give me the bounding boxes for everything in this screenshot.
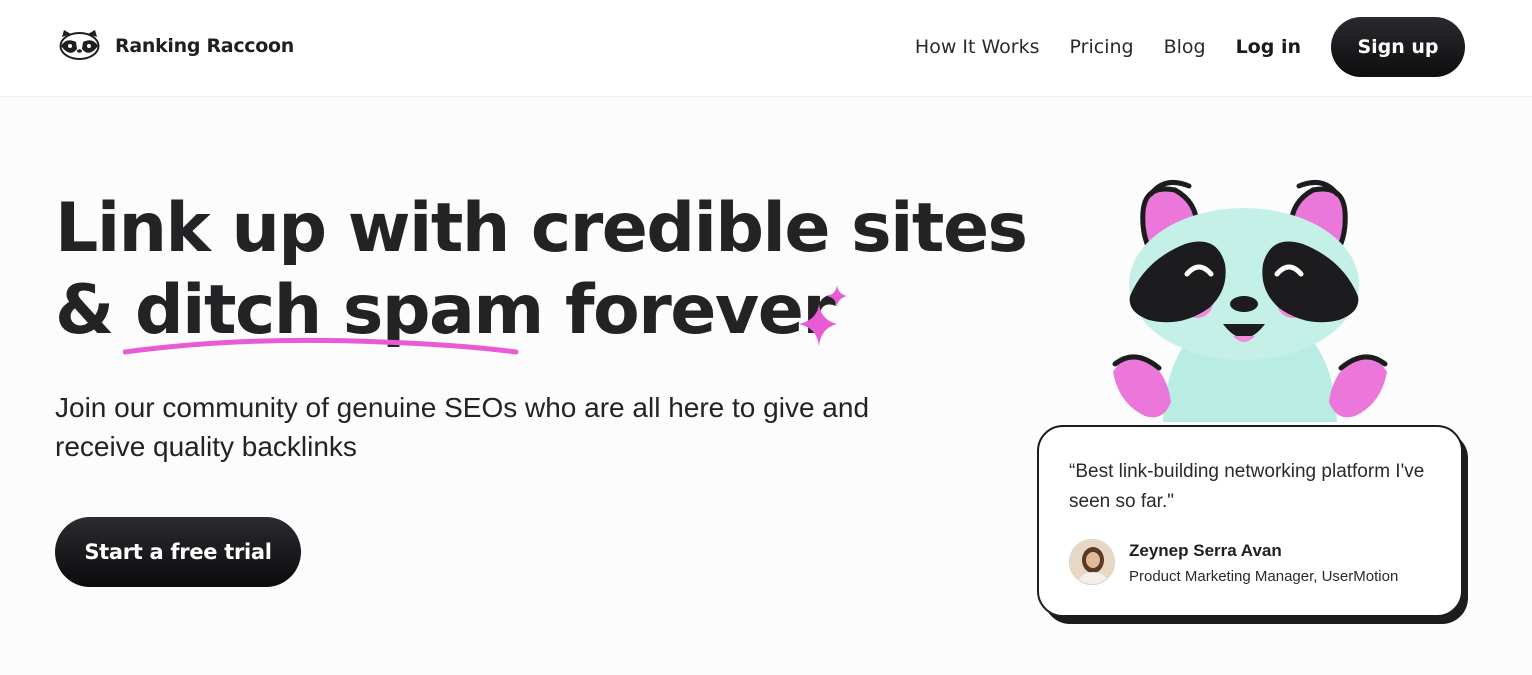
sparkle-icon [799,285,847,346]
hero-subtitle: Join our community of genuine SEOs who a… [55,392,870,462]
headline-end: forever [542,271,836,350]
nav-pricing[interactable]: Pricing [1070,36,1134,58]
site-header: Ranking Raccoon How It Works Pricing Blo… [0,0,1532,97]
brand-name: Ranking Raccoon [115,34,294,57]
main-nav: How It Works Pricing Blog Log in Sign up [915,17,1465,77]
brand[interactable]: Ranking Raccoon [58,29,294,62]
avatar [1069,539,1115,585]
testimonial-card: “Best link-building networking platform … [1037,425,1463,617]
nav-how-it-works[interactable]: How It Works [915,36,1040,58]
hero-headline: Link up with credible sites & ditch spam… [55,188,1028,352]
raccoon-logo-icon [59,30,100,60]
headline-line-1: Link up with credible sites [55,189,1028,268]
highlight-underline [123,337,519,355]
signup-button[interactable]: Sign up [1331,17,1465,77]
login-link[interactable]: Log in [1236,36,1301,58]
testimonial-quote: “Best link-building networking platform … [1069,461,1425,512]
author-photo [1070,540,1114,584]
testimonial-author: Zeynep Serra Avan [1129,541,1282,560]
start-free-trial-button[interactable]: Start a free trial [55,517,301,587]
raccoon-mascot-illustration [1112,179,1388,422]
nav-blog[interactable]: Blog [1164,36,1206,58]
testimonial-role: Product Marketing Manager, UserMotion [1129,568,1399,585]
